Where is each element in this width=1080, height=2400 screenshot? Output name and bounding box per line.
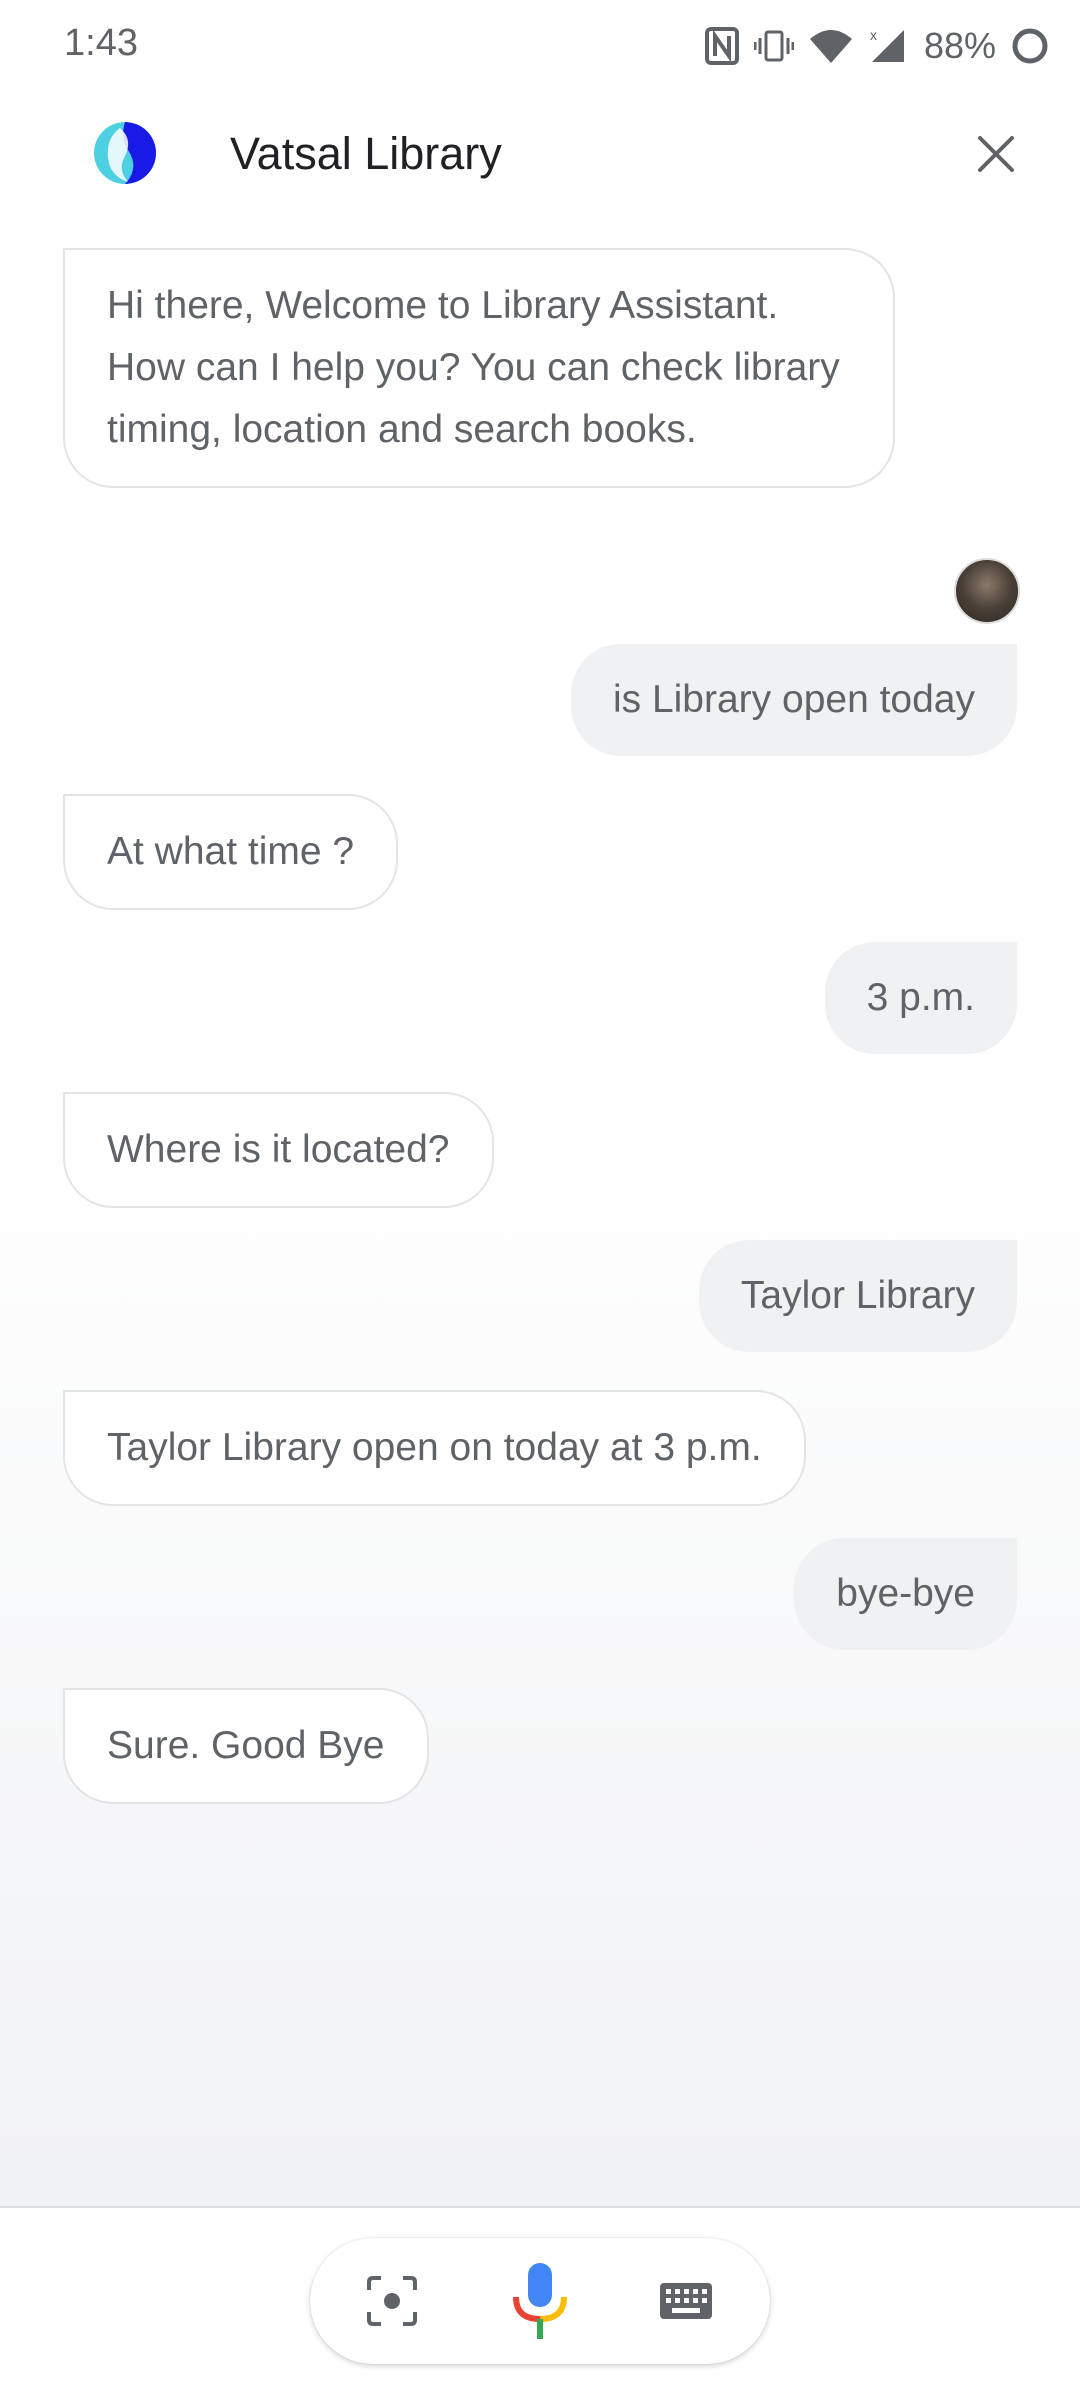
- status-time: 1:43: [64, 22, 138, 64]
- input-bar: [0, 2208, 1080, 2400]
- user-message: is Library open today: [570, 644, 1017, 756]
- vibrate-icon: [753, 26, 794, 66]
- user-message: 3 p.m.: [824, 942, 1017, 1054]
- cell-signal-icon: x: [868, 26, 908, 66]
- status-icons: x 88%: [704, 20, 1050, 72]
- user-avatar: [954, 558, 1020, 624]
- lens-icon: [367, 2276, 417, 2326]
- close-icon: [978, 136, 1014, 172]
- svg-text:x: x: [870, 27, 877, 43]
- page-title: Vatsal Library: [230, 128, 502, 179]
- lens-button[interactable]: [352, 2261, 432, 2341]
- status-bar: 1:43 x 88%: [0, 0, 1080, 96]
- bot-message: Where is it located?: [63, 1092, 494, 1208]
- wifi-icon: [808, 27, 854, 65]
- bot-message: Sure. Good Bye: [63, 1688, 429, 1804]
- vatsal-library-logo: [90, 118, 160, 188]
- chat-transcript: Hi there, Welcome to Library Assistant. …: [0, 220, 1080, 2205]
- mic-icon: [513, 2263, 567, 2339]
- nfc-icon: [704, 26, 740, 66]
- bot-message: Hi there, Welcome to Library Assistant. …: [63, 248, 895, 488]
- bot-message: Taylor Library open on today at 3 p.m.: [63, 1390, 806, 1506]
- keyboard-icon: [660, 2283, 712, 2319]
- bot-message: At what time ?: [63, 794, 399, 910]
- keyboard-button[interactable]: [646, 2261, 726, 2341]
- user-message: bye-bye: [794, 1538, 1017, 1650]
- battery-percent: 88%: [923, 25, 996, 66]
- assistant-header: Vatsal Library: [0, 100, 1080, 210]
- mic-button[interactable]: [500, 2261, 580, 2341]
- user-message: Taylor Library: [698, 1240, 1017, 1352]
- input-pill: [310, 2238, 770, 2364]
- battery-ring-icon: [1010, 26, 1050, 66]
- close-button[interactable]: [970, 128, 1022, 180]
